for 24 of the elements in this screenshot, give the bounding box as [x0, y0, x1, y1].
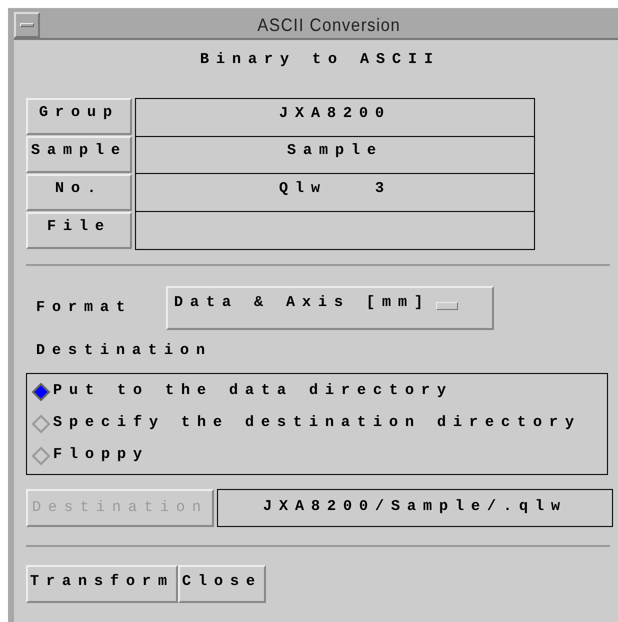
window-title: ASCII Conversion	[256, 14, 402, 36]
radio-icon[interactable]	[31, 446, 51, 466]
field-value: Sample	[135, 136, 535, 174]
radio-selected-icon[interactable]	[31, 382, 51, 402]
dropdown-indicator-icon	[436, 302, 458, 310]
dialog-button[interactable]: Transform	[26, 564, 178, 602]
format-label: Format	[36, 298, 134, 318]
destination-path-field: JXA8200/Sample/.qlw	[217, 488, 613, 526]
dialog-button[interactable]: Close	[178, 564, 266, 602]
radio-option-label[interactable]: Put to the data directory	[53, 380, 454, 403]
radio-icon[interactable]	[31, 414, 51, 434]
field-label: Sample	[26, 136, 132, 173]
format-dropdown[interactable]: Data & Axis [mm]	[166, 286, 494, 330]
destination-label: Destination	[36, 341, 214, 361]
radio-option-label[interactable]: Floppy	[53, 444, 150, 467]
window-menu-button[interactable]	[14, 12, 40, 38]
radio-option-label[interactable]: Specify the destination directory	[53, 412, 582, 435]
field-value: JXA8200	[135, 98, 535, 137]
field-value: Qlw 3	[135, 174, 535, 212]
dialog-heading: Binary to ASCII	[200, 50, 440, 70]
minus-icon	[20, 23, 34, 27]
field-label: No.	[26, 174, 132, 211]
field-label: File	[26, 212, 132, 249]
field-label: Group	[26, 98, 132, 135]
